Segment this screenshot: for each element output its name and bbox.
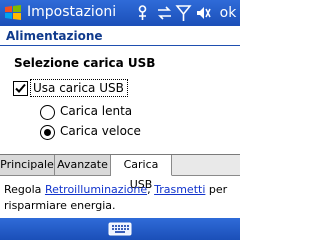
bottom-bar [0, 218, 240, 240]
keyboard-icon[interactable] [108, 221, 132, 237]
radio-slow-charge-label[interactable]: Carica lenta [60, 104, 132, 118]
volume-icon[interactable] [195, 4, 212, 22]
start-icon[interactable] [3, 3, 23, 23]
backlight-link[interactable]: Retroilluminazione [45, 183, 147, 196]
header-divider [0, 45, 240, 46]
connectivity-icon[interactable] [134, 4, 151, 22]
radio-fast-charge[interactable] [40, 125, 55, 140]
beam-link[interactable]: Trasmetti [154, 183, 205, 196]
signal-icon[interactable] [175, 4, 192, 22]
radio-selected-dot [44, 129, 51, 136]
section-title: Selezione carica USB [14, 56, 156, 70]
radio-slow-charge[interactable] [40, 105, 55, 120]
sync-icon[interactable] [156, 4, 173, 22]
checkmark-icon [15, 83, 26, 93]
info-text: Regola Retroilluminazione, Trasmetti per… [4, 182, 236, 214]
tab-principale[interactable]: Principale [0, 155, 55, 176]
usb-charging-checkbox[interactable] [13, 81, 28, 96]
tab-carica-usb[interactable]: Carica USB [111, 155, 172, 191]
title-bar: Impostazioni ok [0, 0, 240, 26]
ok-button[interactable]: ok [218, 3, 238, 23]
tab-strip-filler [172, 155, 240, 176]
app-title: Impostazioni [27, 4, 117, 20]
page-header: Alimentazione [0, 26, 240, 46]
usb-charging-label[interactable]: Usa carica USB [30, 79, 128, 97]
tab-avanzate[interactable]: Avanzate [55, 155, 111, 176]
info-prefix: Regola [4, 183, 45, 196]
page-title: Alimentazione [6, 29, 103, 43]
radio-fast-charge-label[interactable]: Carica veloce [60, 124, 141, 138]
